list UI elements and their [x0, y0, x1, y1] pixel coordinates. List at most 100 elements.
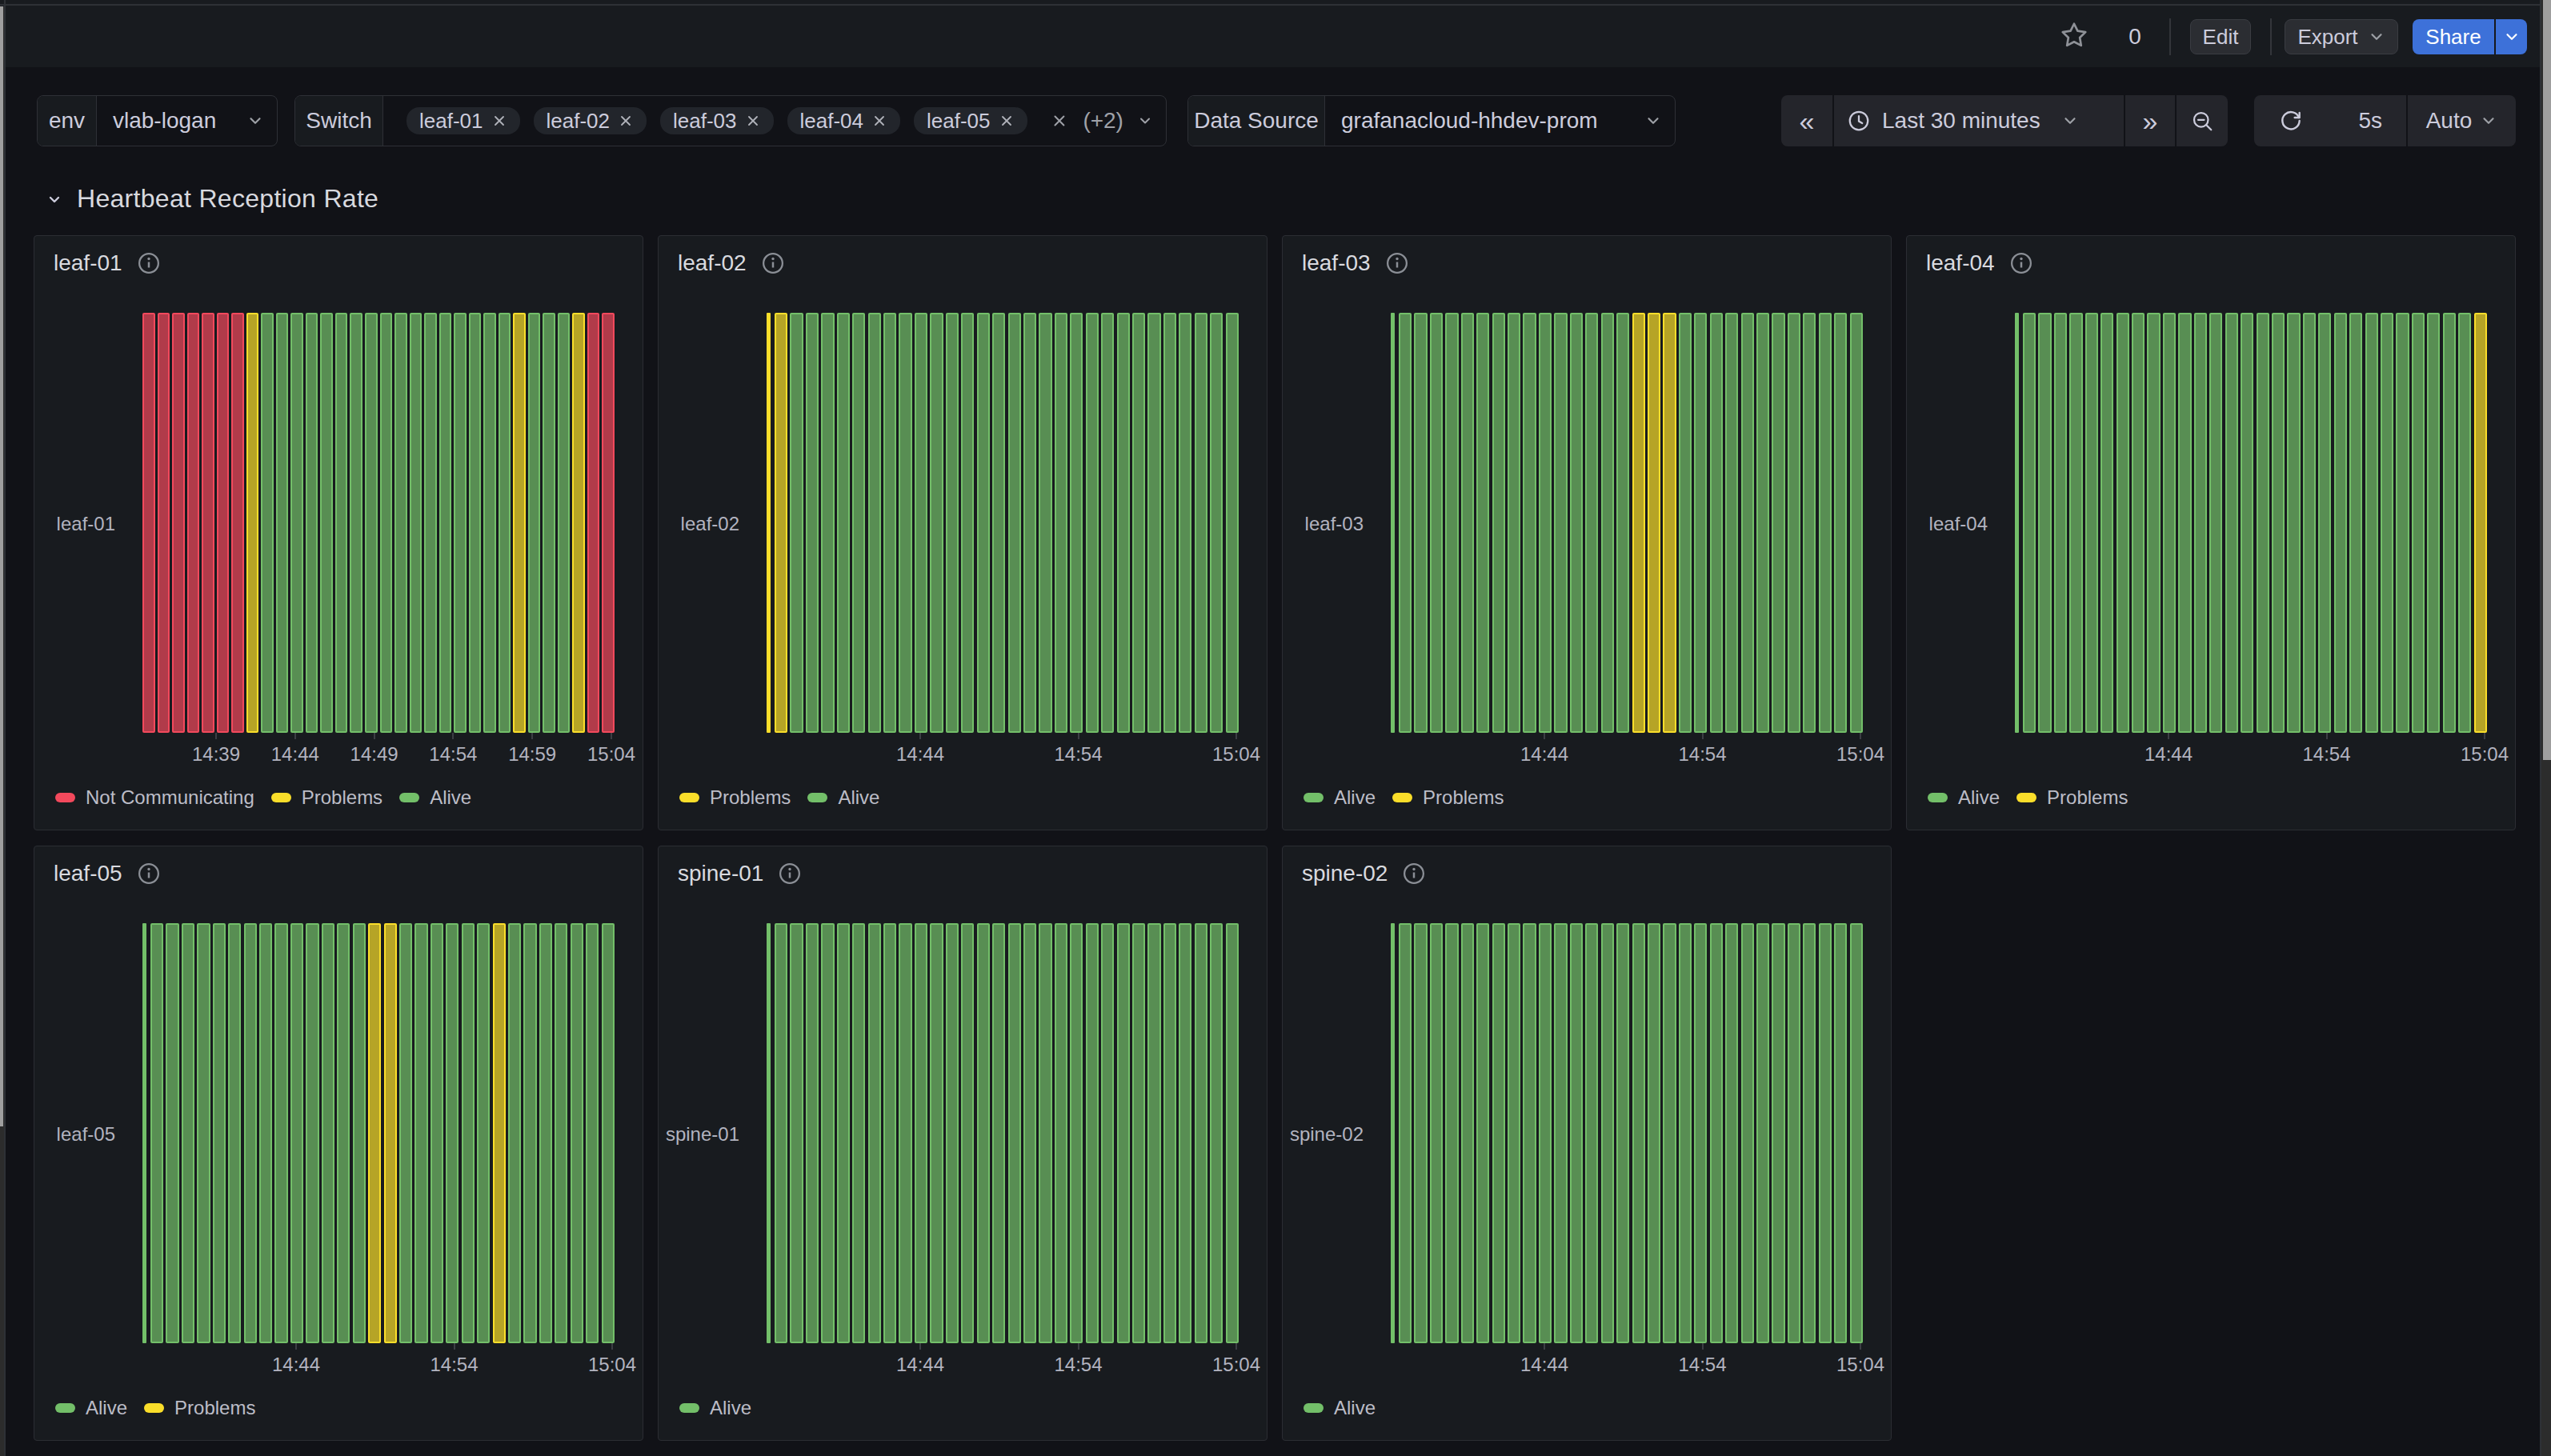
state-bar-alive: [852, 313, 865, 733]
left-scrollbar-thumb[interactable]: [0, 6, 3, 1126]
info-icon[interactable]: [761, 251, 785, 275]
time-range-picker[interactable]: Last 30 minutes: [1832, 95, 2124, 146]
panel-header[interactable]: spine-02: [1302, 861, 1426, 886]
x-axis-tick: [215, 733, 217, 739]
switch-tag-leaf-02[interactable]: leaf-02: [534, 107, 647, 134]
switch-variable-dropdown[interactable]: leaf-01 leaf-02 leaf-03 leaf-04 leaf-05 …: [383, 96, 1166, 146]
remove-tag-icon[interactable]: [871, 113, 887, 129]
legend-item-not_communicating[interactable]: Not Communicating: [55, 786, 254, 809]
refresh-interval-dropdown[interactable]: Auto: [2406, 95, 2516, 146]
info-icon[interactable]: [1402, 862, 1426, 886]
edit-button[interactable]: Edit: [2190, 19, 2251, 54]
row-header[interactable]: Heartbeat Reception Rate: [45, 184, 378, 214]
legend-item-problems[interactable]: Problems: [144, 1397, 255, 1419]
remove-tag-icon[interactable]: [999, 113, 1015, 129]
chevron-down-icon: [2480, 112, 2497, 130]
remove-tag-icon[interactable]: [745, 113, 761, 129]
legend-item-problems[interactable]: Problems: [679, 786, 791, 809]
state-bar-alive: [1461, 923, 1474, 1343]
star-icon[interactable]: [2060, 21, 2088, 50]
state-bar-alive: [1399, 313, 1412, 733]
more-tags-count[interactable]: (+2): [1083, 108, 1123, 134]
switch-tag-leaf-05[interactable]: leaf-05: [914, 107, 1027, 134]
state-bar-alive: [1850, 313, 1863, 733]
chevron-down-icon[interactable]: [1137, 112, 1153, 130]
state-bar-clipped: [767, 923, 771, 1343]
panel-title: leaf-05: [54, 861, 122, 886]
legend: Problems Alive: [679, 786, 879, 809]
legend: Alive Problems: [55, 1397, 255, 1419]
info-icon[interactable]: [137, 862, 161, 886]
state-bar-alive: [414, 923, 427, 1343]
state-bar-alive: [2178, 313, 2191, 733]
state-bar-problems: [246, 313, 259, 733]
state-bar-problems: [513, 313, 526, 733]
state-bar-alive: [868, 923, 881, 1343]
zoom-out-button[interactable]: [2175, 95, 2228, 146]
share-menu-button[interactable]: [2494, 19, 2527, 54]
legend-color-swatch: [2016, 793, 2036, 802]
switch-tag-leaf-04[interactable]: leaf-04: [787, 107, 901, 134]
state-bar-alive: [399, 923, 412, 1343]
info-icon[interactable]: [778, 862, 802, 886]
zoom-out-icon: [2190, 109, 2214, 133]
state-bar-problems: [384, 923, 397, 1343]
info-icon[interactable]: [137, 251, 161, 275]
state-bar-alive: [1585, 923, 1598, 1343]
remove-tag-icon[interactable]: [618, 113, 634, 129]
state-bar-alive: [274, 923, 287, 1343]
panel-header[interactable]: leaf-02: [678, 250, 785, 276]
state-bar-alive: [946, 313, 959, 733]
panel-title: leaf-01: [54, 250, 122, 276]
legend-color-swatch: [679, 1403, 699, 1413]
switch-tag-leaf-03[interactable]: leaf-03: [660, 107, 774, 134]
legend-item-problems[interactable]: Problems: [2016, 786, 2128, 809]
legend-item-alive[interactable]: Alive: [399, 786, 471, 809]
legend-color-swatch: [271, 793, 291, 802]
env-variable-dropdown[interactable]: vlab-logan: [97, 96, 277, 146]
legend-item-problems[interactable]: Problems: [271, 786, 382, 809]
legend-color-swatch: [55, 1403, 75, 1413]
panel-header[interactable]: leaf-01: [54, 250, 161, 276]
state-bar-alive: [1834, 313, 1847, 733]
clock-icon: [1847, 109, 1871, 133]
panel-leaf-04: leaf-04leaf-0414:4414:5415:04AliveProble…: [1906, 235, 2516, 830]
state-bar-alive: [977, 313, 990, 733]
state-bar-alive: [290, 313, 303, 733]
panel-spine-02: spine-02spine-0214:4414:5415:04Alive: [1282, 846, 1892, 1441]
state-bar-alive: [1023, 923, 1036, 1343]
legend-item-problems[interactable]: Problems: [1392, 786, 1504, 809]
time-shift-forward-button[interactable]: »: [2124, 95, 2175, 146]
legend: Alive: [1304, 1397, 1376, 1419]
clear-all-icon[interactable]: [1051, 111, 1068, 130]
info-icon[interactable]: [2009, 251, 2033, 275]
time-shift-back-button[interactable]: «: [1781, 95, 1832, 146]
panel-header[interactable]: leaf-03: [1302, 250, 1409, 276]
x-axis-tick: [611, 1343, 613, 1350]
panel-header[interactable]: leaf-04: [1926, 250, 2033, 276]
switch-tag-leaf-01[interactable]: leaf-01: [406, 107, 520, 134]
state-bar-alive: [1554, 313, 1567, 733]
right-edge-line: [2540, 0, 2541, 1456]
state-bar-alive: [1819, 923, 1832, 1343]
datasource-dropdown[interactable]: grafanacloud-hhdev-prom: [1325, 96, 1675, 146]
state-bar-alive: [1226, 313, 1239, 733]
tag-label: leaf-03: [673, 109, 737, 134]
right-scrollbar-thumb[interactable]: [2543, 0, 2551, 760]
panel-header[interactable]: spine-01: [678, 861, 802, 886]
legend-item-alive[interactable]: Alive: [1304, 1397, 1376, 1419]
legend-item-alive[interactable]: Alive: [1304, 786, 1376, 809]
export-button[interactable]: Export: [2285, 19, 2398, 54]
share-button[interactable]: Share: [2413, 19, 2494, 54]
legend-item-alive[interactable]: Alive: [679, 1397, 751, 1419]
refresh-button[interactable]: 5s: [2254, 95, 2406, 146]
state-bar-alive: [1430, 923, 1443, 1343]
x-axis-tick: [919, 733, 921, 739]
legend-item-alive[interactable]: Alive: [55, 1397, 127, 1419]
panel-header[interactable]: leaf-05: [54, 861, 161, 886]
legend-item-alive[interactable]: Alive: [807, 786, 879, 809]
remove-tag-icon[interactable]: [491, 113, 507, 129]
legend-label: Alive: [1334, 1397, 1376, 1419]
legend-item-alive[interactable]: Alive: [1928, 786, 2000, 809]
info-icon[interactable]: [1385, 251, 1409, 275]
